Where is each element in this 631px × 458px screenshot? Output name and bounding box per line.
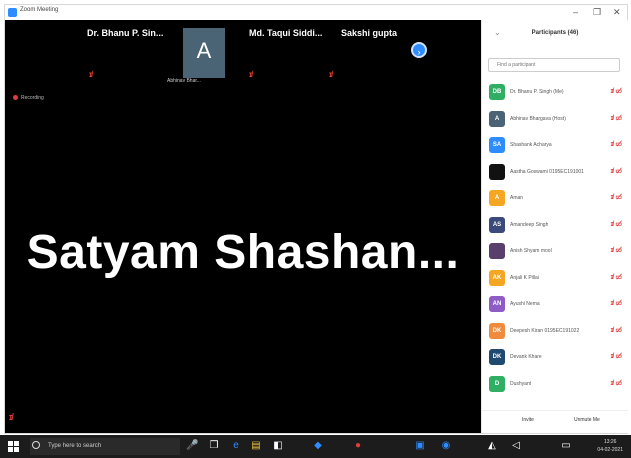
next-page-button[interactable]: ›	[411, 42, 427, 58]
participant-row[interactable]: AN Ayushi Nema ɪ̸ ▭̸	[482, 292, 628, 318]
volume-icon[interactable]: ◁	[510, 440, 522, 452]
participant-row[interactable]: A Abhinav Bhargava (Host) ɪ̸ ▭̸	[482, 107, 628, 133]
search-icon	[32, 441, 40, 449]
participant-avatar	[489, 243, 505, 259]
participant-name: Shashank Acharya	[510, 142, 552, 148]
file-explorer-icon[interactable]: ▤	[250, 440, 262, 452]
close-button[interactable]: ✕	[613, 6, 621, 18]
participant-name: Aman	[510, 195, 524, 201]
minimize-button[interactable]: –	[573, 6, 578, 18]
participant-name: Anjali K Pillai	[510, 274, 539, 281]
mic-video-muted-icon[interactable]: ɪ̸ ▭̸	[611, 246, 622, 254]
participant-name: Ayushi Nema	[510, 301, 540, 307]
participant-name: Anish Shyam mool	[510, 248, 552, 254]
participant-row[interactable]: DK Devank Khare ɪ̸ ▭̸	[482, 345, 628, 371]
edge-browser-icon[interactable]: e	[230, 440, 242, 452]
participant-row[interactable]: DK Deepesh Kiran 0195EC191022 ɪ̸ ▭̸	[482, 319, 628, 345]
microphone-icon[interactable]: 🎤	[186, 440, 198, 452]
windows-security-icon[interactable]: ◉	[440, 440, 452, 452]
participant-avatar: A	[489, 190, 505, 206]
avatar-tile[interactable]: A	[183, 28, 225, 78]
participant-row[interactable]: Anish Shyam mool ɪ̸ ▭̸	[482, 239, 628, 265]
avatar-tile-name: Abhinav Bhar...	[167, 78, 201, 84]
zoom-taskbar-icon[interactable]: ▣	[414, 440, 426, 452]
restore-button[interactable]: ❐	[593, 6, 601, 18]
participant-name: Deepesh Kiran 0195EC191022	[510, 327, 580, 334]
mic-video-muted-icon[interactable]: ɪ̸ ▭̸	[611, 273, 622, 281]
mic-video-muted-icon[interactable]: ɪ̸ ▭̸	[611, 140, 622, 148]
video-tile-name[interactable]: Sakshi gupta	[341, 28, 397, 38]
video-strip: Dr. Bhanu P. Sin... ɪ̸ A Abhinav Bhar...…	[5, 20, 481, 90]
participant-avatar: DK	[489, 349, 505, 365]
participants-title: Participants (46)	[531, 30, 579, 36]
participant-row[interactable]: DB Dr. Bhanu P. Singh (Me) ɪ̸ ▭̸	[482, 80, 628, 106]
participant-avatar: D	[489, 375, 505, 392]
participant-name: Devank Khare	[510, 354, 542, 360]
zoom-window: Zoom Meeting – ❐ ✕ Dr. Bhanu P. Sin... ɪ…	[4, 4, 628, 434]
clock-time: 13:26	[603, 439, 617, 445]
zoom-app-icon	[8, 8, 17, 17]
participant-search-input[interactable]	[488, 58, 620, 72]
participants-footer: Invite Unmute Me	[482, 410, 628, 433]
participant-name: Aastha Goswami 0195EC191001	[510, 168, 584, 175]
screen: Zoom Meeting – ❐ ✕ Dr. Bhanu P. Sin... ɪ…	[0, 0, 631, 458]
store-icon[interactable]: ◧	[272, 440, 284, 452]
mic-video-muted-icon[interactable]: ɪ̸ ▭̸	[611, 114, 622, 122]
mic-muted-icon: ɪ̸	[9, 412, 13, 422]
clock-date: 04-02-2021	[597, 447, 623, 453]
participant-avatar: AK	[489, 269, 505, 286]
recording-indicator: Recording	[13, 95, 44, 101]
windows-start-icon[interactable]	[8, 441, 19, 452]
taskbar: Type here to search 🎤 ❐ e ▤ ◧ ◆ ● ▣ ◉ ◭ …	[0, 435, 631, 458]
recording-dot-icon	[13, 95, 18, 101]
video-tile-name[interactable]: Md. Taqui Siddi...	[249, 28, 322, 38]
mic-video-muted-icon[interactable]: ɪ̸ ▭̸	[611, 193, 622, 201]
dropbox-icon[interactable]: ◆	[312, 440, 324, 452]
participant-name: Amandeep Singh	[510, 221, 549, 228]
meeting-view: Dr. Bhanu P. Sin... ɪ̸ A Abhinav Bhar...…	[5, 20, 481, 433]
video-tile-name[interactable]: Dr. Bhanu P. Sin...	[87, 28, 163, 38]
taskbar-search-input[interactable]: Type here to search	[30, 438, 180, 455]
participant-row[interactable]: A Aman ɪ̸ ▭̸	[482, 186, 628, 212]
active-speaker-name: Satyam Shashan...	[26, 226, 460, 279]
participant-name: Abhinav Bhargava (Host)	[510, 115, 566, 122]
participant-row[interactable]: AK Anjali K Pillai ɪ̸ ▭̸	[482, 266, 628, 292]
mic-video-muted-icon[interactable]: ɪ̸ ▭̸	[611, 326, 622, 334]
participant-list: DB Dr. Bhanu P. Singh (Me) ɪ̸ ▭̸ A Abhinav B…	[482, 80, 628, 405]
participant-row[interactable]: AS Amandeep Singh ɪ̸ ▭̸	[482, 213, 628, 239]
participant-name: Dushyant	[510, 380, 532, 387]
window-title: Zoom Meeting	[20, 7, 59, 13]
mic-video-muted-icon[interactable]: ɪ̸ ▭̸	[611, 379, 622, 387]
participant-avatar: SA	[489, 137, 505, 153]
mic-video-muted-icon[interactable]: ɪ̸ ▭̸	[611, 220, 622, 228]
participant-avatar: DB	[489, 84, 505, 100]
participant-name: Dr. Bhanu P. Singh (Me)	[510, 89, 564, 95]
mic-video-muted-icon[interactable]: ɪ̸ ▭̸	[611, 352, 622, 360]
mic-muted-icon: ɪ̸	[249, 70, 253, 79]
mic-video-muted-icon[interactable]: ɪ̸ ▭̸	[611, 167, 622, 175]
mic-video-muted-icon[interactable]: ɪ̸ ▭̸	[611, 299, 622, 307]
participant-avatar: DK	[489, 322, 505, 339]
participant-avatar: A	[489, 110, 505, 127]
unmute-me-button[interactable]: Unmute Me	[574, 417, 600, 423]
task-view-icon[interactable]: ❐	[208, 440, 220, 452]
participant-row[interactable]: SA Shashank Acharya ɪ̸ ▭̸	[482, 133, 628, 159]
mic-video-muted-icon[interactable]: ɪ̸ ▭̸	[611, 87, 622, 95]
network-icon[interactable]: ◭	[486, 440, 498, 452]
mic-muted-icon: ɪ̸	[329, 70, 333, 79]
mic-muted-icon: ɪ̸	[89, 70, 93, 79]
participant-avatar: AN	[489, 296, 505, 312]
recording-label: Recording	[21, 95, 44, 101]
participant-avatar: AS	[489, 216, 505, 233]
participant-row[interactable]: D Dushyant ɪ̸ ▭̸	[482, 372, 628, 398]
participant-avatar	[489, 163, 505, 180]
invite-button[interactable]: Invite	[522, 417, 534, 423]
notification-icon[interactable]: ▭	[560, 440, 572, 452]
participant-row[interactable]: Aastha Goswami 0195EC191001 ɪ̸ ▭̸	[482, 160, 628, 186]
chrome-icon[interactable]: ●	[352, 440, 364, 452]
participants-panel: ⌄ Participants (46) DBDr. Bhanu P. Singh…	[481, 20, 628, 433]
taskbar-clock[interactable]: 13:26 04-02-2021	[597, 438, 623, 454]
title-bar: Zoom Meeting – ❐ ✕	[5, 5, 627, 21]
